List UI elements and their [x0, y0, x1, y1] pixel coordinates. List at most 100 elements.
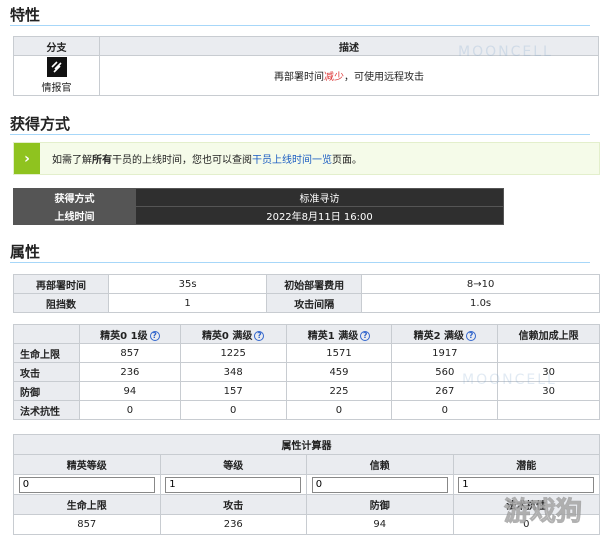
- stats-header-label: 精英1 满级: [307, 330, 359, 342]
- info-tip: › 如需了解所有干员的上线时间，您也可以查阅干员上线时间一览页面。: [13, 142, 600, 175]
- section-divider: [10, 134, 590, 135]
- stat-cell: 267: [391, 381, 499, 401]
- attribute-table: 再部署时间 35s 初始部署费用 8→10 阻挡数 1 攻击间隔 1.0s: [13, 274, 600, 313]
- calc-label: 精英等级: [13, 454, 161, 475]
- interval-label: 攻击间隔: [266, 293, 363, 313]
- chevron-right-icon: ›: [14, 143, 40, 174]
- calc-input-cell: [452, 474, 600, 495]
- stats-header: 精英0 满级?: [179, 324, 287, 344]
- trait-header-desc: 描述: [99, 36, 599, 56]
- stat-cell: 0: [179, 400, 287, 420]
- section-divider: [10, 25, 590, 26]
- intelligence-branch-icon: [46, 57, 67, 77]
- stat-cell: 1225: [179, 343, 287, 363]
- row-label: 防御: [13, 381, 80, 401]
- calc-input-cell: [306, 474, 454, 495]
- redeploy-value: 35s: [107, 274, 268, 294]
- table-row: 防御 94 157 225 267 30: [13, 381, 600, 401]
- row-label: 生命上限: [13, 343, 80, 363]
- help-icon[interactable]: ?: [466, 330, 477, 341]
- calc-label: 信赖: [306, 454, 454, 475]
- calc-input-cell: [159, 474, 307, 495]
- section-title-obtain: 获得方式: [10, 115, 71, 133]
- block-label: 阻挡数: [13, 293, 109, 313]
- stat-cell: 348: [179, 362, 287, 382]
- stats-header: 信赖加成上限: [497, 324, 600, 344]
- block-value: 1: [107, 293, 268, 313]
- online-time-label: 上线时间: [13, 206, 136, 225]
- stat-cell: 225: [285, 381, 393, 401]
- calc-label: 潜能: [452, 454, 600, 475]
- obtain-table: 获得方式 标准寻访 上线时间 2022年8月11日 16:00: [13, 188, 504, 225]
- stats-header: 精英0 1级?: [79, 324, 181, 344]
- obtain-method-label: 获得方式: [13, 188, 136, 207]
- trait-header-branch: 分支: [13, 36, 100, 56]
- online-time-value: 2022年8月11日 16:00: [135, 206, 504, 225]
- tip-text-middle: 干员的上线时间，您也可以查阅: [112, 155, 252, 166]
- stat-cell: 560: [391, 362, 499, 382]
- trust-input[interactable]: [311, 476, 448, 493]
- desc-text-after: ，可使用远程攻击: [344, 72, 424, 83]
- stats-header-label: 精英2 满级: [413, 330, 465, 342]
- desc-text: 再部署时间: [274, 72, 324, 83]
- potential-input[interactable]: [458, 476, 595, 493]
- result-value: 94: [306, 514, 454, 535]
- elite-level-input[interactable]: [18, 476, 155, 493]
- stat-cell: 857: [79, 343, 181, 363]
- table-row: 法术抗性 0 0 0 0: [13, 400, 600, 420]
- cost-label: 初始部署费用: [266, 274, 363, 294]
- stat-cell: 236: [79, 362, 181, 382]
- section-divider: [10, 262, 590, 263]
- section-title-attributes: 属性: [10, 243, 41, 261]
- desc-highlight: 减少: [324, 72, 344, 83]
- trait-description: 再部署时间减少，可使用远程攻击: [99, 55, 599, 96]
- attribute-calculator: 属性计算器 精英等级 等级 信赖 潜能 生命上限 攻击 防御 法术抗性 857 …: [13, 434, 600, 535]
- calc-label: 等级: [159, 454, 307, 475]
- stat-cell: 157: [179, 381, 287, 401]
- help-icon[interactable]: ?: [360, 330, 371, 341]
- stats-header: 精英2 满级?: [391, 324, 499, 344]
- stat-cell: [497, 400, 600, 420]
- tip-text: 如需了解所有干员的上线时间，您也可以查阅干员上线时间一览页面。: [40, 151, 362, 166]
- stat-cell: 459: [285, 362, 393, 382]
- stat-cell: 30: [497, 381, 600, 401]
- stat-cell: 94: [79, 381, 181, 401]
- result-label: 生命上限: [13, 494, 161, 515]
- row-label: 法术抗性: [13, 400, 80, 420]
- result-value: 857: [13, 514, 161, 535]
- calculator-title: 属性计算器: [13, 434, 600, 455]
- stat-cell: 1571: [285, 343, 393, 363]
- level-input[interactable]: [165, 476, 302, 493]
- result-label: 攻击: [159, 494, 307, 515]
- result-value: 0: [452, 514, 600, 535]
- stat-cell: 0: [285, 400, 393, 420]
- stat-cell: 0: [79, 400, 181, 420]
- result-label: 法术抗性: [452, 494, 600, 515]
- stat-cell: 1917: [391, 343, 499, 363]
- stat-cell: 0: [391, 400, 499, 420]
- stats-header: 精英1 满级?: [285, 324, 393, 344]
- table-row: 攻击 236 348 459 560 30: [13, 362, 600, 382]
- result-label: 防御: [306, 494, 454, 515]
- section-title-traits: 特性: [10, 6, 41, 24]
- help-icon[interactable]: ?: [254, 330, 265, 341]
- tip-text-before: 如需了解: [52, 155, 92, 166]
- stats-corner: [13, 324, 80, 344]
- stats-header-label: 精英0 满级: [201, 330, 253, 342]
- stat-cell: 30: [497, 362, 600, 382]
- stats-header-label: 精英0 1级: [100, 330, 148, 342]
- help-icon[interactable]: ?: [149, 330, 160, 341]
- cost-value: 8→10: [361, 274, 600, 294]
- table-row: 生命上限 857 1225 1571 1917: [13, 343, 600, 363]
- branch-name: 情报官: [41, 83, 72, 94]
- branch-cell[interactable]: 情报官: [13, 55, 100, 96]
- tip-text-after: 页面。: [332, 155, 362, 166]
- obtain-method-value: 标准寻访: [135, 188, 504, 207]
- stats-table: 精英0 1级? 精英0 满级? 精英1 满级? 精英2 满级? 信赖加成上限 生…: [13, 324, 600, 420]
- stat-cell: [497, 343, 600, 363]
- row-label: 攻击: [13, 362, 80, 382]
- operator-online-time-link[interactable]: 干员上线时间一览: [252, 155, 332, 166]
- trait-table: 分支 描述 情报官 再部署时间减少，可使用远程攻击: [13, 36, 599, 96]
- tip-text-bold: 所有: [92, 155, 112, 166]
- result-value: 236: [159, 514, 307, 535]
